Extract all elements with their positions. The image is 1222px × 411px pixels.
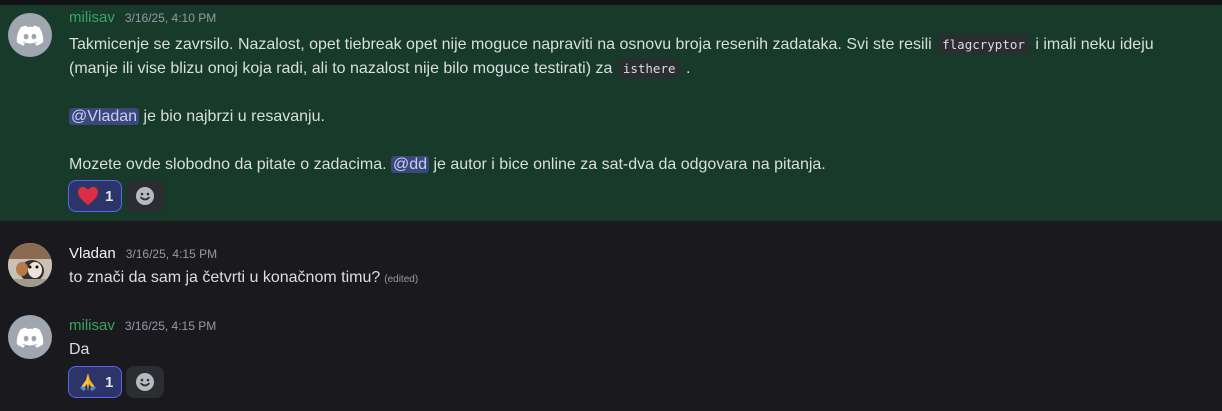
message-content: to znači da sam ja četvrti u konačnom ti… bbox=[69, 266, 1214, 290]
add-reaction-button[interactable] bbox=[126, 180, 165, 212]
username[interactable]: Vladan bbox=[69, 245, 116, 262]
message-text: Mozete ovde slobodno da pitate o zadacim… bbox=[69, 156, 391, 173]
reaction-count: 1 bbox=[105, 373, 114, 391]
message-content: Takmicenje se zavrsilo. Nazalost, opet t… bbox=[69, 33, 1214, 177]
message-line: to znači da sam ja četvrti u konačnom ti… bbox=[69, 266, 1214, 290]
message: milisav 3/16/25, 4:15 PM Da 1 bbox=[0, 310, 1222, 411]
reactions: 1 bbox=[68, 366, 165, 400]
message-text: i imali neku ideju bbox=[1030, 36, 1154, 53]
message-text: Da bbox=[69, 341, 90, 358]
message: Vladan 3/16/25, 4:15 PM to znači da sam … bbox=[0, 238, 1222, 298]
reactions: 1 bbox=[68, 180, 165, 214]
reaction-count: 1 bbox=[105, 187, 114, 205]
user-mention[interactable]: @Vladan bbox=[69, 108, 140, 125]
message-line: Takmicenje se zavrsilo. Nazalost, opet t… bbox=[69, 33, 1214, 57]
timestamp[interactable]: 3/16/25, 4:15 PM bbox=[126, 247, 217, 261]
message-text: to znači da sam ja četvrti u konačnom ti… bbox=[69, 269, 381, 286]
message-highlighted: milisav 3/16/25, 4:10 PM Takmicenje se z… bbox=[0, 5, 1222, 221]
edited-label[interactable]: (edited) bbox=[384, 274, 418, 285]
folded-hands-icon bbox=[80, 373, 96, 391]
message-content: Da bbox=[69, 338, 1214, 362]
message-text: . bbox=[681, 60, 691, 77]
username[interactable]: milisav bbox=[69, 9, 115, 26]
message-line: Da bbox=[69, 338, 1214, 362]
message-header: milisav 3/16/25, 4:10 PM bbox=[69, 9, 216, 29]
message-line: @Vladan je bio najbrzi u resavanju. bbox=[69, 105, 1214, 129]
message-line: (manje ili vise blizu onoj koja radi, al… bbox=[69, 57, 1214, 81]
add-reaction-button[interactable] bbox=[126, 366, 165, 398]
message-text: (manje ili vise blizu onoj koja radi, al… bbox=[69, 60, 617, 77]
message-header: Vladan 3/16/25, 4:15 PM bbox=[69, 245, 217, 265]
message-text: je bio najbrzi u resavanju. bbox=[139, 108, 325, 125]
empty-line bbox=[69, 81, 1214, 105]
inline-code: flagcryptor bbox=[938, 35, 1029, 54]
message-text: je autor i bice online za sat-dva da odg… bbox=[429, 156, 826, 173]
timestamp[interactable]: 3/16/25, 4:15 PM bbox=[125, 319, 216, 333]
discord-logo-icon bbox=[16, 25, 44, 46]
avatar[interactable] bbox=[8, 13, 52, 57]
inline-code: isthere bbox=[618, 59, 680, 78]
user-mention[interactable]: @dd bbox=[390, 156, 430, 173]
message-line: Mozete ovde slobodno da pitate o zadacim… bbox=[69, 153, 1214, 177]
timestamp[interactable]: 3/16/25, 4:10 PM bbox=[125, 11, 216, 25]
discord-logo-icon bbox=[16, 327, 44, 348]
empty-line bbox=[69, 129, 1214, 153]
message-header: milisav 3/16/25, 4:15 PM bbox=[69, 317, 216, 337]
avatar[interactable] bbox=[8, 243, 52, 287]
reaction-folded-hands[interactable]: 1 bbox=[68, 366, 123, 398]
cat-avatar-image bbox=[8, 243, 52, 287]
username[interactable]: milisav bbox=[69, 317, 115, 334]
heart-icon bbox=[78, 187, 98, 205]
smiley-icon bbox=[136, 187, 155, 205]
reaction-heart[interactable]: 1 bbox=[68, 180, 123, 212]
avatar[interactable] bbox=[8, 315, 52, 359]
message-text: Takmicenje se zavrsilo. Nazalost, opet t… bbox=[69, 36, 937, 53]
smiley-icon bbox=[136, 373, 155, 391]
